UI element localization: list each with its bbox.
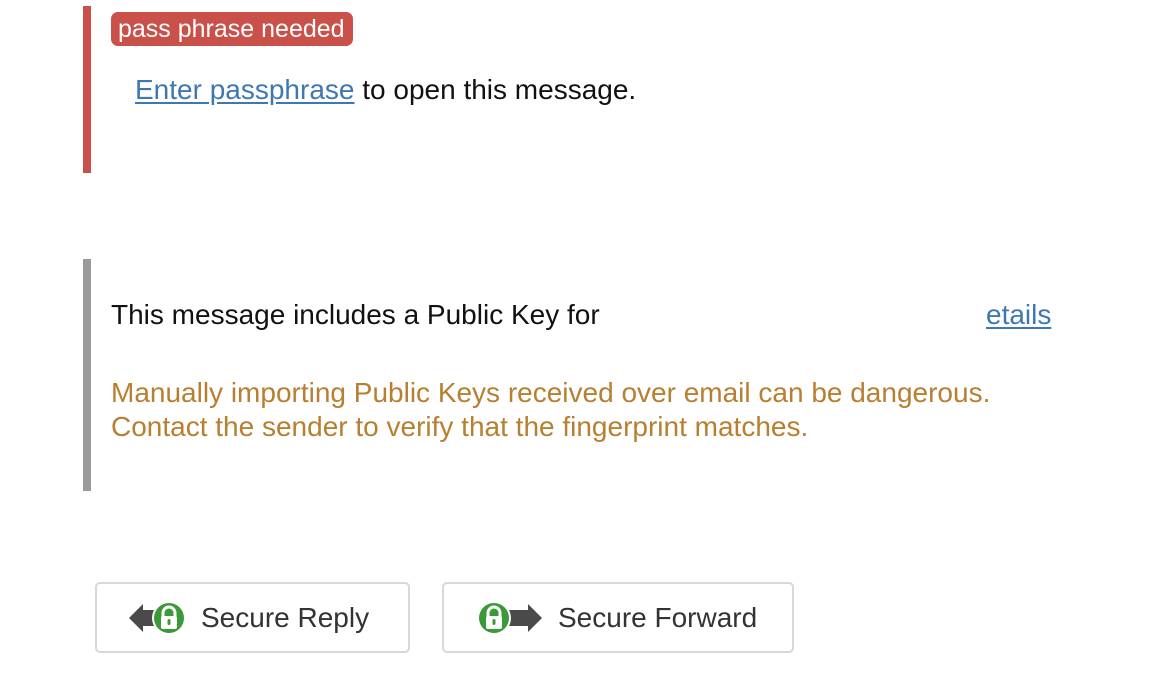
secure-reply-lock-arrow-icon	[129, 600, 186, 635]
secure-forward-label: Secure Forward	[558, 601, 758, 633]
passphrase-needed-block: pass phrase needed Enter passphrase to o…	[83, 6, 1083, 173]
secure-forward-lock-arrow-icon	[477, 600, 542, 635]
passphrase-message-text: to open this message.	[354, 74, 637, 105]
secure-forward-button[interactable]: Secure Forward	[442, 582, 794, 653]
warning-line-1: Manually importing Public Keys received …	[111, 377, 991, 408]
secure-reply-label: Secure Reply	[201, 601, 370, 633]
public-key-warning: Manually importing Public Keys received …	[111, 376, 990, 444]
pass-phrase-needed-badge: pass phrase needed	[111, 12, 353, 46]
warning-line-2: Contact the sender to verify that the fi…	[111, 411, 809, 442]
page: pass phrase needed Enter passphrase to o…	[0, 0, 1160, 695]
public-key-block: This message includes a Public Key for e…	[83, 259, 1083, 491]
public-key-message: This message includes a Public Key for	[111, 299, 600, 330]
secure-reply-button[interactable]: Secure Reply	[95, 582, 410, 653]
passphrase-message: Enter passphrase to open this message.	[135, 72, 636, 108]
details-link[interactable]: etails	[986, 297, 1051, 333]
enter-passphrase-link[interactable]: Enter passphrase	[135, 74, 354, 105]
